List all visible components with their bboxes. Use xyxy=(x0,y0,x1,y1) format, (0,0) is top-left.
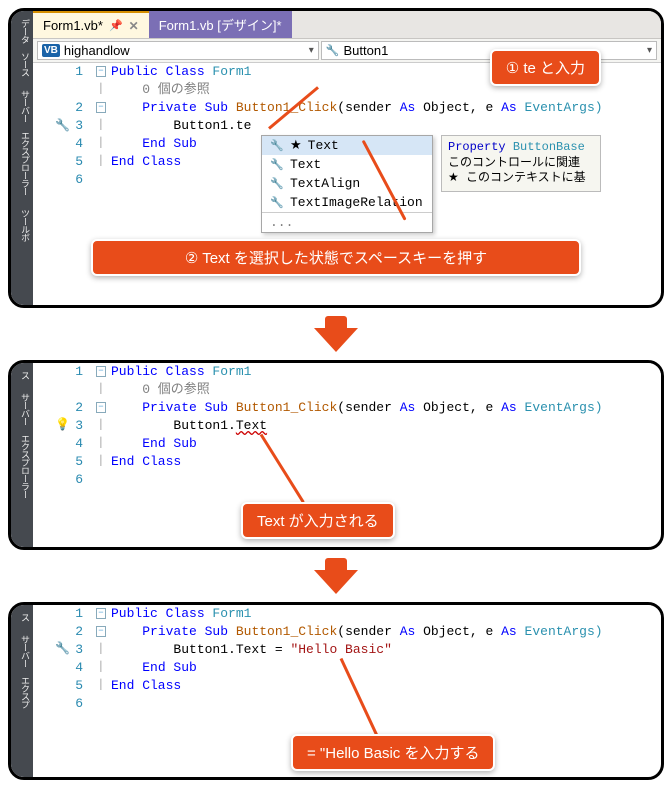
fold-box-icon[interactable]: − xyxy=(96,626,105,637)
intellisense-popup[interactable]: 🔧★ Text 🔧Text 🔧TextAlign 🔧TextImageRelat… xyxy=(261,135,433,233)
member-selector[interactable]: 🔧 Button1▾ xyxy=(321,41,657,60)
vs-sidebar: ス サーバー エクスプローラー xyxy=(11,363,33,547)
fold-box-icon[interactable]: − xyxy=(96,102,105,113)
chevron-down-icon: ▾ xyxy=(647,45,652,56)
lightbulb-icon[interactable]: 💡 xyxy=(55,417,70,432)
wrench-icon: 🔧 xyxy=(270,196,284,210)
line-number-gutter: 1 2 3 4 5 6 xyxy=(33,363,91,513)
flow-arrow-icon xyxy=(314,328,358,352)
fold-box-icon[interactable]: − xyxy=(96,608,105,619)
fold-box-icon[interactable]: − xyxy=(96,366,105,377)
fold-column: −│ − │││ xyxy=(91,363,111,513)
intellisense-item[interactable]: 🔧★ Text xyxy=(262,136,432,155)
code-editor[interactable]: Public Class Form1 0 個の参照 Private Sub Bu… xyxy=(111,363,661,513)
fold-box-icon[interactable]: − xyxy=(96,402,105,413)
wrench-icon: 🔧 xyxy=(270,139,284,153)
intellisense-tooltip: Property ButtonBase このコントロールに関連 ★ このコンテキ… xyxy=(441,135,601,192)
wrench-icon: 🔧 xyxy=(270,158,284,172)
callout-2: ② Text を選択した状態でスペースキーを押す xyxy=(91,239,581,276)
tab-form1-design[interactable]: Form1.vb [デザイン]* xyxy=(149,11,292,38)
intellisense-item[interactable]: 🔧TextAlign xyxy=(262,174,432,193)
pin-icon[interactable]: 📌 xyxy=(109,19,123,32)
wrench-icon: 🔧 xyxy=(270,177,284,191)
callout-3: Text が入力される xyxy=(241,502,395,539)
fold-box-icon[interactable]: − xyxy=(96,66,105,77)
wrench-icon: 🔧 xyxy=(55,641,70,656)
vs-sidebar: データ ソース サーバー エクスプローラー ツールボ xyxy=(11,11,33,305)
close-icon[interactable]: ✕ xyxy=(129,19,139,33)
class-selector[interactable]: VB highandlow▾ xyxy=(37,41,319,60)
line-number-gutter: 1 2 3 4 5 6 xyxy=(33,63,91,293)
tab-form1-vb[interactable]: Form1.vb*📌✕ xyxy=(33,11,149,38)
code-editor[interactable]: Public Class Form1 Private Sub Button1_C… xyxy=(111,605,661,737)
callout-4: = "Hello Basic を入力する xyxy=(291,734,495,771)
line-number-gutter: 1 2 3 4 5 6 xyxy=(33,605,91,737)
fold-column: − − │││ xyxy=(91,605,111,737)
chevron-down-icon: ▾ xyxy=(309,45,314,56)
intellisense-item[interactable]: 🔧TextImageRelation xyxy=(262,193,432,212)
intellisense-item: ... xyxy=(262,212,432,232)
vb-icon: VB xyxy=(42,44,60,57)
vs-sidebar: ス サーバー エクスプ xyxy=(11,605,33,777)
flow-arrow-icon xyxy=(314,570,358,594)
document-tabs: Form1.vb*📌✕ Form1.vb [デザイン]* xyxy=(33,11,661,39)
intellisense-item[interactable]: 🔧Text xyxy=(262,155,432,174)
callout-1: ① te と入力 xyxy=(490,49,601,86)
wrench-icon: 🔧 xyxy=(55,118,70,133)
wrench-icon: 🔧 xyxy=(326,44,340,57)
